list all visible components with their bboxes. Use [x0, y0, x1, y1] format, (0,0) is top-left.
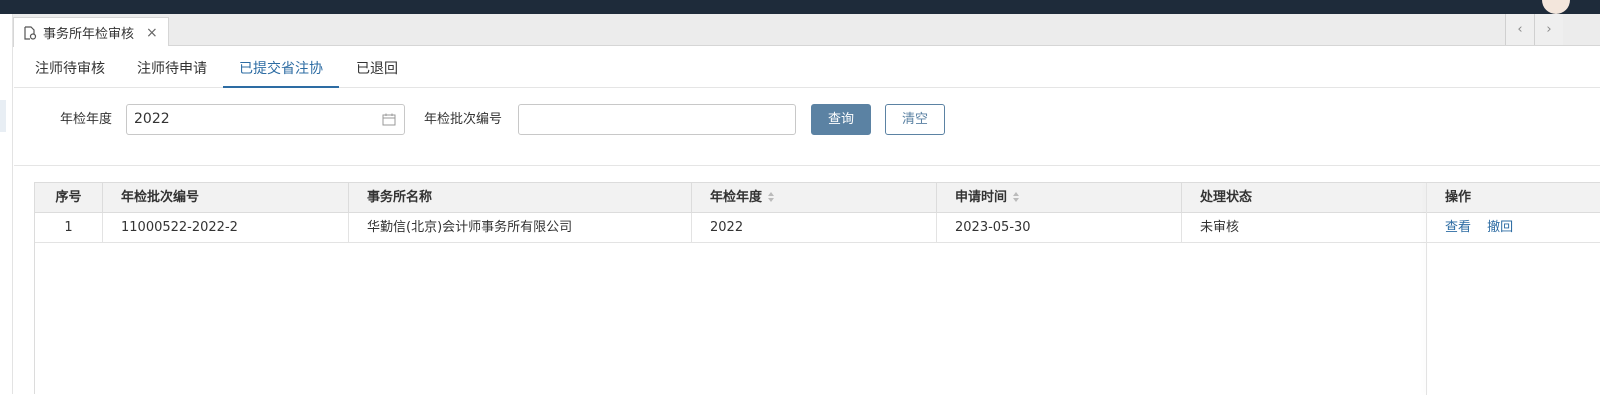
filter-form: 年检年度 2022 年检批次编号 查询 清空 — [14, 88, 1600, 166]
view-link[interactable]: 查看 — [1445, 220, 1471, 235]
row-firm-name: 华勤信(北京)会计师事务所有限公司 — [349, 213, 692, 242]
tab-pending-review[interactable]: 注师待审核 — [24, 46, 116, 88]
status-tabs: 注师待审核 注师待申请 已提交省注协 已退回 — [14, 46, 1600, 88]
column-header-index: 序号 — [35, 183, 103, 212]
document-icon — [24, 25, 37, 40]
left-sidebar-strip — [0, 14, 13, 394]
row-apply-time: 2023-05-30 — [937, 213, 1182, 242]
year-date-picker[interactable]: 2022 — [126, 104, 405, 135]
calendar-icon — [382, 113, 396, 126]
table-row: 1 11000522-2022-2 华勤信(北京)会计师事务所有限公司 2022… — [35, 213, 1600, 243]
row-year: 2022 — [692, 213, 937, 242]
inspection-table: 序号 年检批次编号 事务所名称 年检年度 申请时间 处理状态 操作 1 1100… — [34, 182, 1600, 395]
column-header-year[interactable]: 年检年度 — [692, 183, 937, 212]
row-batch-number: 11000522-2022-2 — [103, 213, 349, 242]
column-header-year-label: 年检年度 — [710, 190, 763, 205]
clear-button[interactable]: 清空 — [885, 104, 945, 135]
year-value: 2022 — [134, 111, 170, 127]
column-header-firm-name: 事务所名称 — [349, 183, 692, 212]
row-actions: 查看 撤回 — [1427, 213, 1600, 242]
user-avatar[interactable] — [1542, 0, 1570, 14]
query-button[interactable]: 查询 — [811, 104, 871, 135]
table-header: 序号 年检批次编号 事务所名称 年检年度 申请时间 处理状态 操作 — [35, 183, 1600, 213]
fixed-column-divider — [1426, 183, 1427, 395]
year-label: 年检年度 — [60, 112, 113, 127]
column-header-actions: 操作 — [1445, 190, 1472, 205]
sidebar-active-marker — [0, 100, 6, 132]
main-content: 注师待审核 注师待申请 已提交省注协 已退回 年检年度 2022 年检批次编号 … — [14, 46, 1600, 395]
tab-returned[interactable]: 已退回 — [344, 46, 410, 88]
page-tab-title: 事务所年检审核 — [43, 27, 135, 42]
tab-pending-application[interactable]: 注师待申请 — [126, 46, 218, 88]
batch-number-label: 年检批次编号 — [424, 112, 503, 127]
row-status: 未审核 — [1182, 213, 1427, 242]
row-index: 1 — [35, 213, 103, 242]
sort-icon[interactable] — [768, 191, 775, 202]
top-header-bar — [0, 0, 1600, 14]
page-tab-annual-inspection[interactable]: 事务所年检审核 × — [13, 17, 169, 47]
withdraw-link[interactable]: 撤回 — [1487, 220, 1513, 235]
column-header-batch-number: 年检批次编号 — [103, 183, 349, 212]
batch-number-input[interactable] — [518, 104, 796, 135]
page-tab-bar: 事务所年检审核 × ‹ › — [13, 14, 1600, 47]
sort-icon[interactable] — [1013, 191, 1020, 202]
tab-scroll-right-button[interactable]: › — [1534, 14, 1563, 45]
tab-submitted-provincial[interactable]: 已提交省注协 — [223, 46, 339, 88]
column-header-status: 处理状态 — [1182, 183, 1427, 212]
close-icon[interactable]: × — [146, 26, 158, 40]
tab-scroll-left-button[interactable]: ‹ — [1505, 14, 1534, 45]
column-header-apply-time-label: 申请时间 — [955, 190, 1008, 205]
column-header-apply-time[interactable]: 申请时间 — [937, 183, 1182, 212]
